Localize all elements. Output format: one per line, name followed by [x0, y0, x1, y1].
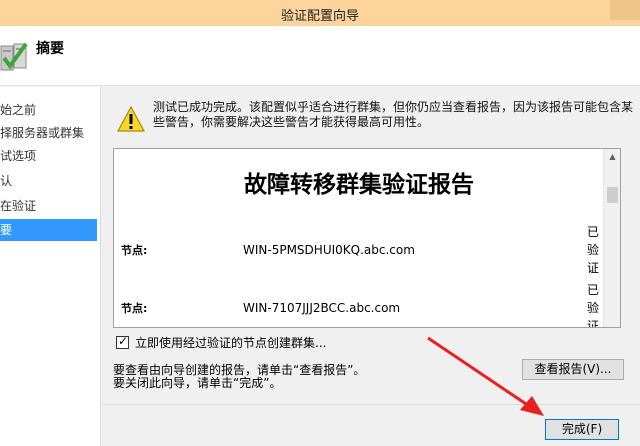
report-node-value: WIN-5PMSDHUI0KQ.abc.com: [243, 243, 415, 257]
create-cluster-label: 立即使用经过验证的节点创建群集...: [135, 335, 327, 350]
report-node-label: 节点:: [121, 302, 148, 315]
report-node-status: 已验证: [587, 225, 600, 275]
footer-divider: [102, 404, 640, 405]
sidebar-item-select-servers[interactable]: 择服务器或群集: [0, 122, 97, 144]
report-node-label: 节点:: [121, 244, 148, 257]
report-scrollbar[interactable]: ▲: [603, 149, 620, 327]
report-title: 故障转移群集验证报告: [244, 172, 474, 198]
wizard-check-icon: [0, 42, 28, 71]
scroll-up-icon[interactable]: ▲: [608, 152, 617, 161]
create-cluster-option[interactable]: ✓ 立即使用经过验证的节点创建群集...: [116, 334, 326, 350]
window-title: 验证配置向导: [280, 9, 359, 24]
sidebar-item-before-you-begin[interactable]: 始之前: [0, 99, 97, 121]
sidebar-item-confirmation[interactable]: 认: [0, 170, 97, 192]
report-viewer[interactable]: 故障转移群集验证报告 节点: WIN-5PMSDHUI0KQ.abc.com 已…: [113, 148, 621, 328]
report-node-status: 已验证: [587, 283, 600, 328]
wizard-header: 摘要: [0, 26, 640, 86]
sidebar-item-validating[interactable]: 在验证: [0, 195, 97, 217]
wizard-steps-sidebar: 始之前 择服务器或群集 试选项 认 在验证 要: [0, 87, 101, 446]
title-bar: 验证配置向导: [0, 0, 640, 26]
sidebar-item-summary[interactable]: 要: [0, 219, 97, 241]
sidebar-item-testing-options[interactable]: 试选项: [0, 145, 97, 167]
finish-button[interactable]: 完成(F): [545, 419, 619, 440]
window-control-button[interactable]: [610, 0, 640, 20]
report-node-value: WIN-7107JJJ2BCC.abc.com: [243, 301, 401, 315]
red-arrow-icon: [427, 336, 544, 416]
scroll-thumb[interactable]: [607, 187, 618, 203]
page-title: 摘要: [36, 41, 64, 57]
summary-message: 测试已成功完成。该配置似乎适合进行群集，但你仍应当查看报告，因为该报告可能包含某…: [153, 100, 634, 129]
warning-icon: [117, 106, 145, 132]
close-wizard-hint: 要关闭此向导，请单击“完成”。: [113, 376, 282, 390]
create-cluster-checkbox[interactable]: ✓: [116, 333, 129, 349]
checkmark-icon: ✓: [117, 333, 129, 348]
